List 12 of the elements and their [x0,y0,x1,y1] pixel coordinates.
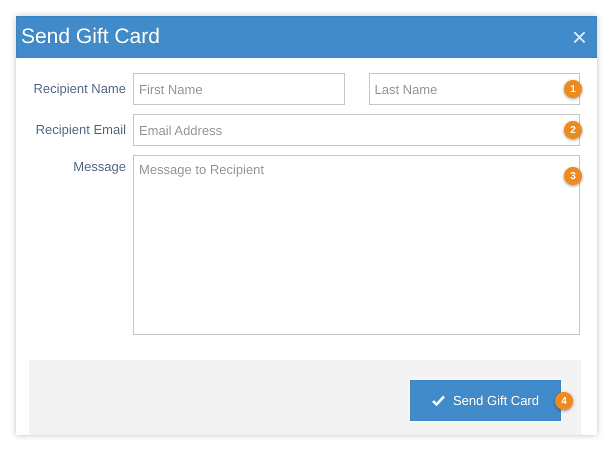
close-button[interactable]: × [572,24,587,50]
step-badge: 1 [564,80,582,98]
field-label: Recipient Name [32,80,127,98]
step-badge: 3 [564,167,582,185]
check-icon [432,395,445,406]
text-field[interactable]: First Name [133,73,344,105]
window-title: Send Gift Card [21,24,160,50]
step-badge: 2 [564,121,582,139]
send-button[interactable]: Send Gift Card [410,380,561,421]
field-label: Message [72,158,127,176]
field-label: Recipient Email [34,121,127,140]
step-badge: 4 [555,392,573,410]
